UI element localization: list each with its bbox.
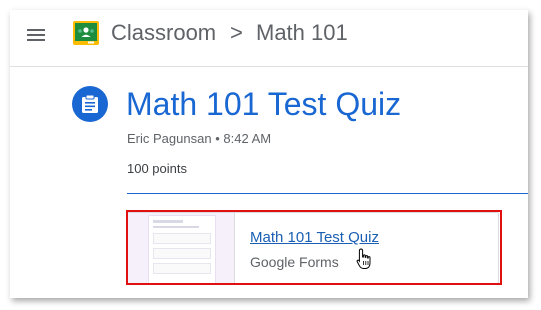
header-divider [127,193,528,194]
meta-bullet: • [215,131,220,146]
thumbnail-line [153,220,183,223]
attachment-card[interactable]: Math 101 Test Quiz Google Forms [127,212,499,284]
hamburger-menu-icon[interactable] [27,27,47,42]
google-classroom-logo[interactable] [73,21,99,45]
attachment-link[interactable]: Math 101 Test Quiz [250,229,379,246]
assignment-icon [72,86,108,122]
attachment-type: Google Forms [250,254,339,270]
assignment-title: Math 101 Test Quiz [126,86,402,122]
form-thumbnail [128,213,235,283]
breadcrumb-course[interactable]: Math 101 [256,20,348,46]
author-name: Eric Pagunsan [127,131,212,146]
breadcrumb-classroom[interactable]: Classroom [111,20,216,46]
points-label: 100 points [127,161,187,176]
form-thumbnail-page [148,215,216,283]
post-time: 8:42 AM [223,131,272,146]
assignment-meta: Eric Pagunsan • 8:42 AM [127,131,271,146]
thumbnail-field [153,233,211,244]
thumbnail-field [153,248,211,259]
top-app-bar: Classroom > Math 101 [10,10,528,67]
classroom-window: Classroom > Math 101 Math 101 Test Quiz … [10,10,528,298]
breadcrumb-chevron-icon: > [230,20,243,45]
thumbnail-field [153,263,211,274]
thumbnail-line [153,226,199,228]
